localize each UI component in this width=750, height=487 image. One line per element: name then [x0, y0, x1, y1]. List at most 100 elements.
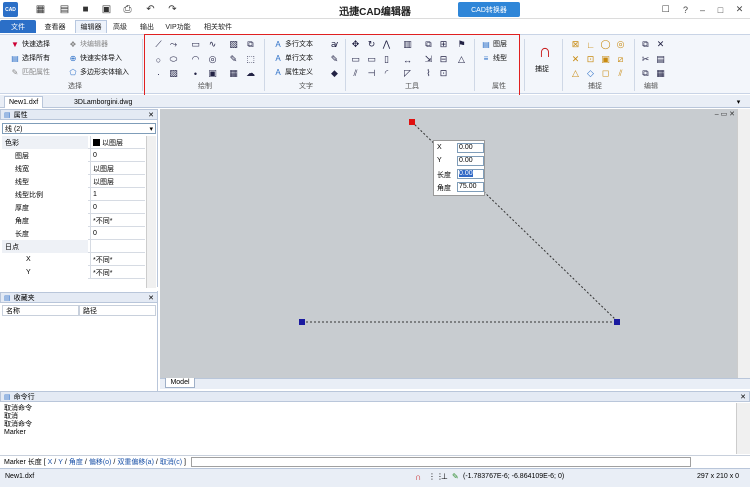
property-row[interactable]: 角度 *不同*: [2, 214, 145, 227]
select-all-button[interactable]: ▤ 选择所有: [10, 52, 50, 64]
option-cancel[interactable]: 取消(c): [160, 457, 182, 467]
tab-vip[interactable]: VIP功能: [163, 20, 193, 33]
snap-node-icon[interactable]: ⊡: [585, 54, 596, 65]
mirror-icon[interactable]: ⋀: [381, 39, 392, 50]
close-icon[interactable]: ✕: [733, 3, 746, 16]
cad-converter-button[interactable]: CAD转换器: [458, 2, 520, 17]
doc-tab-lamborgini[interactable]: 3DLamborgini.dwg: [70, 96, 136, 108]
property-row[interactable]: 线型比例 1: [2, 188, 145, 201]
scale-icon[interactable]: ▭: [366, 54, 377, 65]
property-row[interactable]: Y *不同*: [2, 266, 145, 279]
break-icon[interactable]: ⌇: [423, 68, 434, 79]
line-icon[interactable]: ⟋: [153, 39, 164, 50]
property-value[interactable]: 以图层: [90, 136, 145, 149]
spline-icon[interactable]: ∿: [207, 39, 218, 50]
new-icon[interactable]: ▦: [34, 3, 47, 16]
property-value[interactable]: *不同*: [90, 214, 145, 227]
property-row[interactable]: 线宽 以图层: [2, 162, 145, 175]
undo-icon[interactable]: ↶: [144, 3, 157, 16]
cut-icon[interactable]: ✂: [640, 54, 651, 65]
grip-active[interactable]: [409, 119, 415, 125]
text-style-icon[interactable]: ꜹ: [329, 39, 340, 50]
point-icon[interactable]: ·: [153, 68, 164, 79]
option-offset[interactable]: 偏移(o): [89, 457, 112, 467]
pen-icon[interactable]: ✎: [228, 54, 239, 65]
revcloud-icon[interactable]: ☁: [245, 68, 256, 79]
property-value[interactable]: *不同*: [90, 253, 145, 266]
grip-left[interactable]: [299, 319, 305, 325]
option-x[interactable]: X: [48, 459, 53, 466]
circle-icon[interactable]: ○: [153, 54, 164, 65]
option-y[interactable]: Y: [58, 459, 63, 466]
help-icon[interactable]: ?: [679, 3, 692, 16]
snap-center-icon[interactable]: ◯: [600, 39, 611, 50]
copy-icon[interactable]: ⧉: [423, 39, 434, 50]
tab-menu-icon[interactable]: ▾: [731, 96, 746, 108]
property-value[interactable]: 以图层: [90, 162, 145, 175]
measure-icon[interactable]: △: [456, 54, 467, 65]
fillet-icon[interactable]: ◜: [381, 68, 392, 79]
hatch-icon[interactable]: ▧: [228, 39, 239, 50]
option-double-offset[interactable]: 双重偏移(a): [117, 457, 154, 467]
property-value[interactable]: 1: [90, 188, 145, 201]
property-row[interactable]: 图层 0: [2, 149, 145, 162]
polyline-icon[interactable]: ⤳: [168, 39, 179, 50]
property-value[interactable]: 0: [90, 201, 145, 214]
snap-button[interactable]: 捕捉: [535, 63, 549, 75]
dyn-y-input[interactable]: 0.00: [457, 156, 484, 166]
model-tab[interactable]: Model: [165, 378, 195, 388]
snap-perp-icon[interactable]: ∟: [585, 39, 596, 50]
panel-close-icon[interactable]: ✕: [148, 294, 154, 302]
snap-intersection-icon[interactable]: ✕: [570, 54, 581, 65]
dyn-angle-input[interactable]: 75.00: [457, 182, 484, 192]
paste-block-icon[interactable]: ▦: [655, 68, 666, 79]
dot-icon[interactable]: •: [190, 68, 201, 79]
gradient-icon[interactable]: ▨: [168, 68, 179, 79]
chamfer-icon[interactable]: ◸: [402, 68, 413, 79]
tab-advanced[interactable]: 高级: [110, 20, 130, 33]
dyn-length-input[interactable]: 0.00: [457, 169, 484, 179]
stretch-icon[interactable]: ▭: [350, 54, 361, 65]
extend-icon[interactable]: ⊣: [366, 68, 377, 79]
attdef-button[interactable]: A 属性定义: [273, 66, 313, 78]
property-row[interactable]: 色彩 以图层: [2, 136, 145, 149]
panel-close-icon[interactable]: ✕: [148, 111, 154, 119]
donut-icon[interactable]: ◎: [207, 54, 218, 65]
open-icon[interactable]: ▤: [58, 3, 71, 16]
dimension-icon[interactable]: ↔: [402, 54, 413, 65]
quick-entity-import-button[interactable]: ⊕ 快速实体导入: [68, 52, 122, 64]
join-icon[interactable]: ⊟: [438, 54, 449, 65]
explode-icon[interactable]: ⇲: [423, 54, 434, 65]
stext-button[interactable]: A 单行文本: [273, 52, 313, 64]
tab-related[interactable]: 相关软件: [200, 20, 236, 33]
snap-toggle-icon[interactable]: ∩: [415, 472, 421, 482]
move-icon[interactable]: ✥: [350, 39, 361, 50]
snap-insert-icon[interactable]: ◇: [585, 68, 596, 79]
feedback-icon[interactable]: ☐: [659, 3, 672, 16]
property-value[interactable]: 0: [90, 227, 145, 240]
ortho-toggle-icon[interactable]: ⊥: [441, 472, 448, 481]
snap-midpoint-icon[interactable]: △: [570, 68, 581, 79]
maximize-icon[interactable]: □: [714, 3, 727, 16]
ellipse-icon[interactable]: ⬭: [168, 54, 179, 65]
saveas-icon[interactable]: ▣: [100, 3, 113, 16]
grip-right[interactable]: [614, 319, 620, 325]
array-icon[interactable]: ▯: [381, 54, 392, 65]
linetype-button[interactable]: ≡ 线型: [481, 52, 507, 64]
property-value[interactable]: 以图层: [90, 175, 145, 188]
magnet-icon[interactable]: ∩: [535, 41, 555, 61]
paste-icon[interactable]: ▤: [655, 54, 666, 65]
property-value[interactable]: 0: [90, 149, 145, 162]
property-row[interactable]: 厚度 0: [2, 201, 145, 214]
snap-parallel-icon[interactable]: ⫽: [615, 68, 626, 79]
table-icon[interactable]: ▦: [228, 68, 239, 79]
offset-icon[interactable]: ⫽: [350, 68, 361, 79]
image-icon[interactable]: ▣: [207, 68, 218, 79]
region-icon[interactable]: ⧉: [245, 39, 256, 50]
properties-scrollbar[interactable]: [146, 136, 156, 288]
panel-close-icon[interactable]: ✕: [740, 393, 746, 401]
text-edit-icon[interactable]: ✎: [329, 54, 340, 65]
match-properties-button[interactable]: ✎ 匹配属性: [10, 66, 50, 78]
print-icon[interactable]: ⎙: [121, 3, 134, 16]
dyn-x-input[interactable]: 0.00: [457, 143, 484, 153]
